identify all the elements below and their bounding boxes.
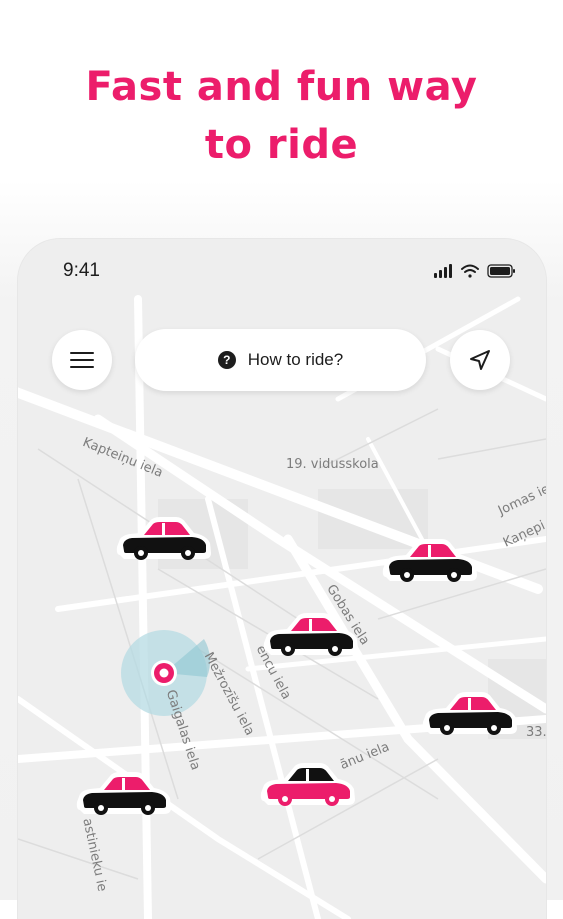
poi-label-vidusskola: 19. vidusskola — [286, 457, 379, 472]
car-marker[interactable] — [261, 607, 361, 661]
status-time: 9:41 — [63, 260, 100, 281]
how-to-ride-label: How to ride? — [247, 350, 344, 369]
battery-icon — [487, 264, 515, 278]
how-to-ride-button[interactable]: ? How to ride? — [135, 329, 426, 391]
car-marker[interactable] — [74, 766, 174, 820]
locate-button[interactable] — [450, 330, 510, 390]
car-marker[interactable] — [114, 511, 214, 565]
status-icons — [434, 264, 515, 278]
car-marker[interactable] — [420, 686, 520, 740]
menu-button[interactable] — [52, 330, 112, 390]
headline-line-2: to ride — [204, 122, 359, 168]
car-marker-selected[interactable] — [258, 757, 358, 811]
headline-line-1: Fast and fun way — [85, 64, 478, 110]
navigation-arrow-icon — [470, 350, 490, 370]
phone-frame: Kapteiņu iela 19. vidusskola Jomas ie Ka… — [18, 239, 546, 919]
wifi-icon — [461, 264, 479, 278]
headline: Fast and fun way to ride — [0, 58, 563, 174]
building-number-33: 33. — [526, 725, 546, 740]
question-icon: ? — [217, 351, 236, 369]
hamburger-menu-icon — [70, 352, 94, 368]
car-marker[interactable] — [380, 533, 480, 587]
signal-icon — [434, 264, 452, 278]
